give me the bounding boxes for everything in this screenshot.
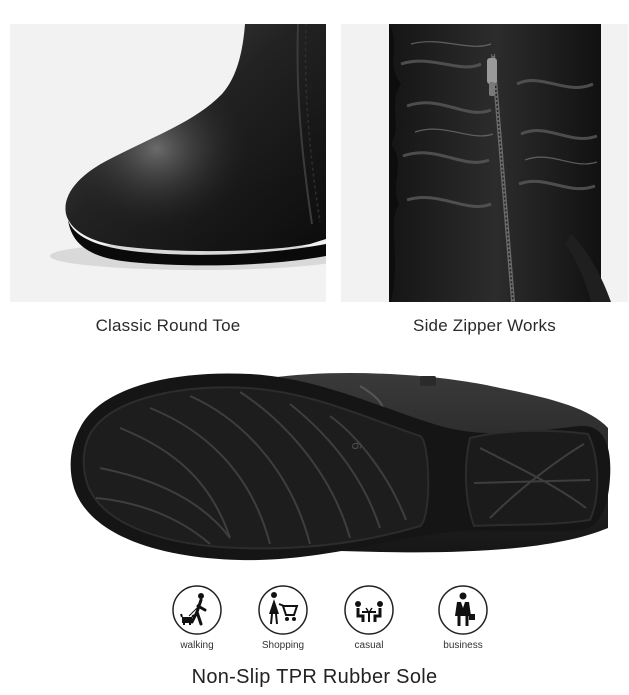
round-toe-photo	[10, 24, 326, 302]
usage-shopping-label: Shopping	[261, 640, 305, 651]
walking-dog-icon	[172, 585, 222, 635]
usage-shopping: Shopping	[248, 584, 318, 651]
usage-casual: casual	[334, 584, 404, 651]
casual-dining-icon	[344, 585, 394, 635]
side-zipper-caption: Side Zipper Works	[413, 316, 556, 335]
side-zipper-photo	[341, 24, 628, 302]
round-toe-caption: Classic Round Toe	[95, 316, 241, 335]
usage-casual-label: casual	[354, 640, 384, 651]
outsole-image: 6	[70, 373, 611, 561]
shopping-cart-icon	[258, 585, 308, 635]
sole-feature-title: Non-Slip TPR Rubber Sole	[191, 666, 438, 688]
sole-size-mark: 6	[349, 442, 365, 450]
side-zipper-boot-image	[389, 24, 611, 302]
usage-walking: walking	[162, 584, 232, 651]
business-person-icon	[438, 585, 488, 635]
usage-business: business	[428, 584, 498, 651]
outsole-photo: 6	[60, 368, 616, 564]
usage-business-label: business	[443, 640, 483, 651]
round-toe-boot-image	[50, 24, 326, 270]
usage-walking-label: walking	[180, 640, 214, 651]
